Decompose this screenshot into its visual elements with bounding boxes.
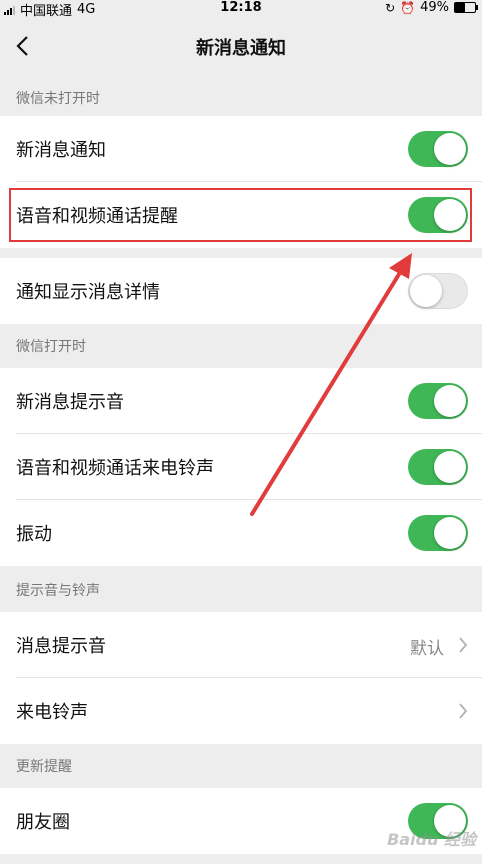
voice-video-ringtone-toggle[interactable] [408,449,468,485]
row-new-message: 新消息通知 [0,116,482,182]
toggle-knob [434,133,466,165]
alarm-icon: ⏰ [400,0,416,15]
new-message-sound-toggle[interactable] [408,383,468,419]
nav-bar: 新消息通知 [0,18,482,74]
row-label: 语音和视频通话来电铃声 [16,458,214,479]
watermark: Baidu 经验 [387,830,476,849]
row-new-message-sound: 新消息提示音 [0,368,482,434]
row-label: 消息提示音 [16,636,106,657]
row-label: 通知显示消息详情 [16,282,160,303]
battery-percent: 49% [420,0,449,15]
row-label: 新消息通知 [16,140,106,161]
row-voice-video-remind: 语音和视频通话提醒 [0,182,482,248]
row-vibrate: 振动 [0,500,482,566]
toggle-knob [434,517,466,549]
page-title: 新消息通知 [196,38,286,59]
chevron-right-icon [459,637,468,653]
section-header-updates: 更新提醒 [0,744,482,784]
section-header-opened: 微信打开时 [0,324,482,364]
section-header-closed: 微信未打开时 [0,76,482,116]
status-bar: 中国联通 4G 12:18 ↻ ⏰ 49% [0,0,482,19]
row-label: 来电铃声 [16,702,88,723]
voice-video-remind-toggle[interactable] [408,197,468,233]
message-tone-value: 默认 [410,639,444,659]
row-label: 新消息提示音 [16,392,124,413]
toggle-knob [410,275,442,307]
new-message-toggle[interactable] [408,131,468,167]
show-details-toggle[interactable] [408,273,468,309]
row-label: 朋友圈 [16,812,70,833]
rotation-lock-icon: ↻ [385,0,396,15]
row-ringtone[interactable]: 来电铃声 [0,678,482,744]
battery-icon [454,2,478,13]
toggle-knob [434,451,466,483]
row-show-details: 通知显示消息详情 [0,258,482,324]
vibrate-toggle[interactable] [408,515,468,551]
row-label: 语音和视频通话提醒 [16,206,178,227]
toggle-knob [434,199,466,231]
row-label: 振动 [16,524,52,545]
row-message-tone[interactable]: 消息提示音 默认 [0,612,482,678]
toggle-knob [434,385,466,417]
chevron-right-icon [459,703,468,719]
section-header-sounds: 提示音与铃声 [0,568,482,608]
row-voice-video-ringtone: 语音和视频通话来电铃声 [0,434,482,500]
